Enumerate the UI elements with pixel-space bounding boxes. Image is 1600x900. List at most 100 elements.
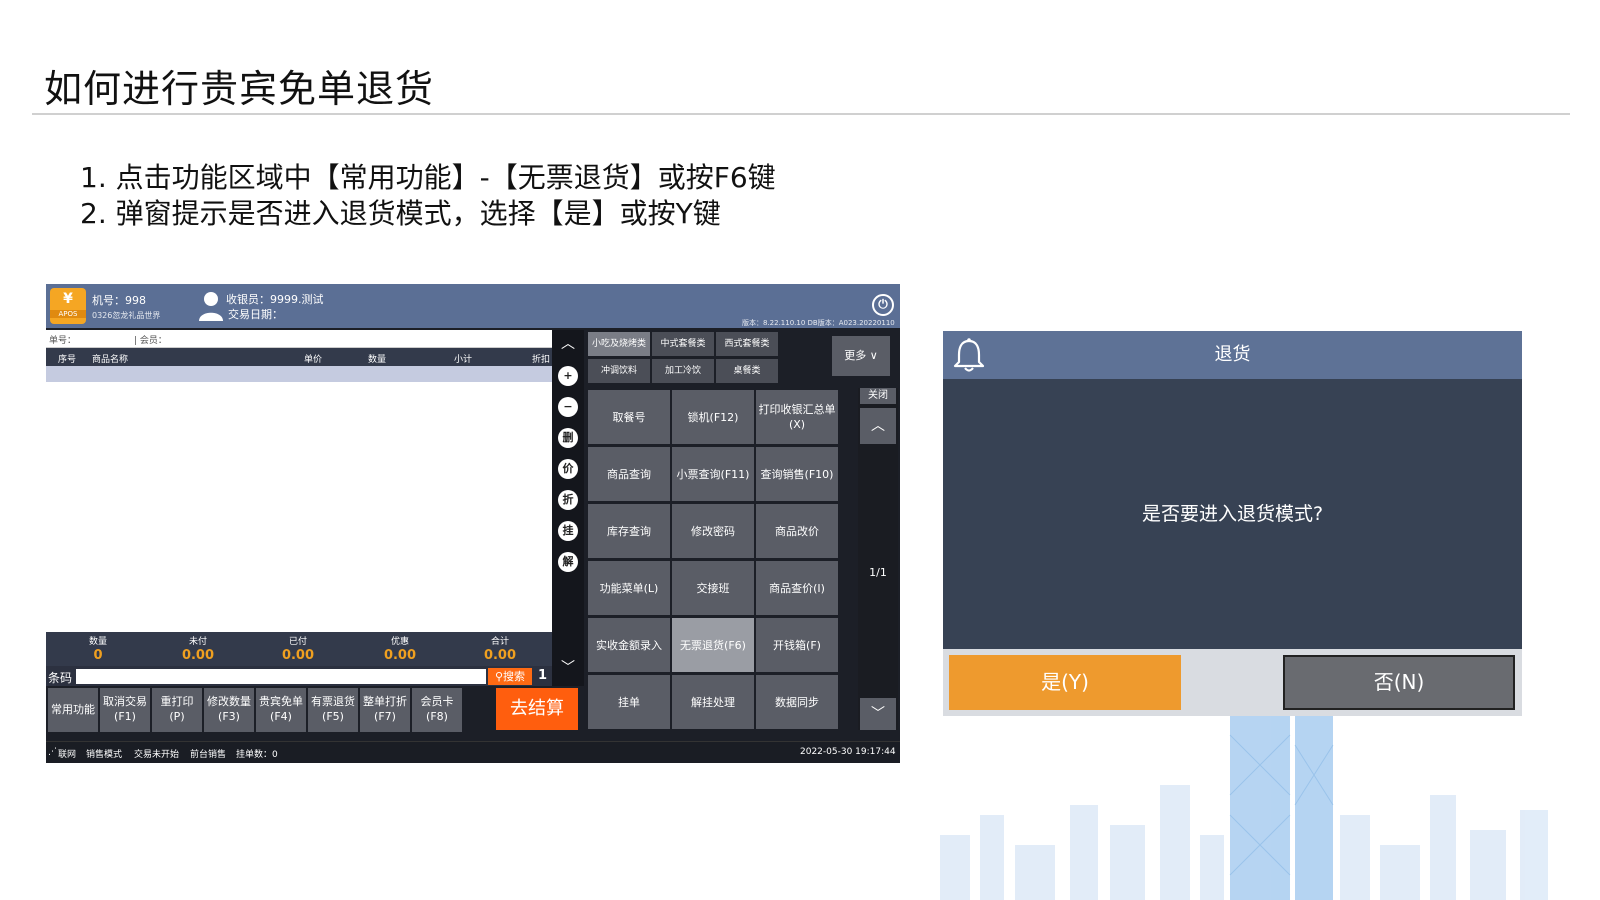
grid-unhold-order[interactable]: 解挂处理 <box>672 675 754 729</box>
yes-button[interactable]: 是(Y) <box>949 655 1181 710</box>
dialog-title: 退货 <box>1214 344 1251 365</box>
cart-selected-row[interactable] <box>46 366 552 382</box>
grid-sales-query[interactable]: 查询销售(F10) <box>756 447 838 501</box>
instruction-steps: 1. 点击功能区域中【常用功能】-【无票退货】或按F6键 2. 弹窗提示是否进入… <box>80 160 776 232</box>
category-tab-drinks[interactable]: 冲调饮料 <box>588 359 650 383</box>
grid-change-password[interactable]: 修改密码 <box>672 504 754 558</box>
grid-print-summary[interactable]: 打印收银汇总单(X) <box>756 390 838 444</box>
grid-stock-query[interactable]: 库存查询 <box>588 504 670 558</box>
cancel-trade-button[interactable]: 取消交易 (F1) <box>100 688 150 732</box>
common-functions-button[interactable]: 常用功能 <box>48 688 98 732</box>
paid-value: 0.00 <box>281 648 315 663</box>
barcode-row: 条码 ⚲搜索 1 <box>46 666 552 686</box>
slide-title: 如何进行贵宾免单退货 <box>44 67 435 111</box>
order-info-row: 单号： | 会员： <box>46 330 552 348</box>
close-button[interactable]: 关闭 <box>860 388 896 404</box>
grid-receipt-query[interactable]: 小票查询(F11) <box>672 447 754 501</box>
col-subtotal: 小计 <box>454 355 473 365</box>
title-divider <box>32 113 1570 115</box>
chevron-down-icon[interactable]: ﹀ <box>860 698 896 730</box>
col-discount: 折扣 <box>532 355 551 365</box>
grid-function-menu[interactable]: 功能菜单(L) <box>588 561 670 615</box>
grid-amount-entry[interactable]: 实收金额录入 <box>588 618 670 672</box>
category-tab-chinese[interactable]: 中式套餐类 <box>652 332 714 356</box>
price-button[interactable]: 价 <box>558 459 578 479</box>
reprint-button[interactable]: 重打印 (P) <box>152 688 202 732</box>
sum-value: 0.00 <box>483 648 517 663</box>
grid-open-drawer[interactable]: 开钱箱(F) <box>756 618 838 672</box>
cashier-name: 收银员：9999.测试 <box>226 293 324 306</box>
order-discount-button[interactable]: 整单打折 (F7) <box>360 688 410 732</box>
pos-top-bar: ¥ APOS 机号：998 0326忽龙礼品世界 收银员：9999.测试 交易日… <box>46 284 900 328</box>
grid-shift-change[interactable]: 交接班 <box>672 561 754 615</box>
delete-button[interactable]: 删 <box>558 428 578 448</box>
paid-label: 已付 <box>288 637 307 647</box>
return-confirm-dialog: 退货 是否要进入退货模式? 是(Y) 否(N) <box>943 331 1522 716</box>
status-front: 前台销售 <box>190 750 227 760</box>
side-tool-column: ︿ + − 删 价 折 挂 解 ﹀ <box>552 330 584 686</box>
total-qty-value: 0 <box>93 648 103 663</box>
member-card-button[interactable]: 会员卡 (F8) <box>412 688 462 732</box>
plus-button[interactable]: + <box>558 366 578 386</box>
pos-screenshot: ¥ APOS 机号：998 0326忽龙礼品世界 收银员：9999.测试 交易日… <box>46 284 900 763</box>
chevron-down-icon[interactable]: ﹀ <box>556 656 580 680</box>
dialog-message: 是否要进入退货模式? <box>1141 503 1324 525</box>
totals-bar: 数量 0 未付 0.00 已付 0.00 优惠 0.00 合计 0.00 <box>46 632 552 668</box>
city-skyline-decoration <box>940 715 1548 900</box>
trade-date: 交易日期： <box>228 308 283 321</box>
search-icon: ⚲ <box>494 670 504 683</box>
qty-value: 1 <box>538 668 548 683</box>
function-grid: 取餐号 锁机(F12) 打印收银汇总单(X) 商品查询 小票查询(F11) 查询… <box>586 388 840 730</box>
grid-no-receipt-return[interactable]: 无票退货(F6) <box>672 618 754 672</box>
grid-pickup-number[interactable]: 取餐号 <box>588 390 670 444</box>
grid-price-check[interactable]: 商品查价(I) <box>756 561 838 615</box>
unpaid-label: 未付 <box>188 637 207 647</box>
step-2: 2. 弹窗提示是否进入退货模式，选择【是】或按Y键 <box>80 197 721 230</box>
grid-data-sync[interactable]: 数据同步 <box>756 675 838 729</box>
grid-pager-column: 关闭 ︿ 1/1 ﹀ <box>858 388 898 730</box>
hold-button[interactable]: 挂 <box>558 521 578 541</box>
discount-label: 优惠 <box>390 637 409 647</box>
store-name: 0326忽龙礼品世界 <box>92 311 161 320</box>
order-no-label: 单号： <box>49 336 77 346</box>
yen-icon: ¥ <box>63 291 73 307</box>
no-button[interactable]: 否(N) <box>1283 655 1515 710</box>
logo-text: APOS <box>50 310 86 318</box>
discount-value: 0.00 <box>383 648 417 663</box>
unhold-button[interactable]: 解 <box>558 552 578 572</box>
vip-free-button[interactable]: 贵宾免单 (F4) <box>256 688 306 732</box>
power-icon[interactable]: ⏻ <box>872 294 894 316</box>
checkout-button[interactable]: 去结算 <box>496 688 578 730</box>
col-price: 单价 <box>304 355 323 365</box>
dialog-header: 退货 <box>943 331 1522 379</box>
search-button[interactable]: ⚲搜索 <box>488 668 532 685</box>
grid-product-query[interactable]: 商品查询 <box>588 447 670 501</box>
col-seq: 序号 <box>58 355 77 365</box>
discount-button[interactable]: 折 <box>558 490 578 510</box>
status-network: 联网 <box>58 750 77 760</box>
total-qty-label: 数量 <box>88 637 107 647</box>
category-tab-western[interactable]: 西式套餐类 <box>716 332 778 356</box>
network-icon: ⋰ <box>48 747 57 757</box>
sum-label: 合计 <box>490 637 509 647</box>
grid-change-price[interactable]: 商品改价 <box>756 504 838 558</box>
status-bar: ⋰ 联网 销售模式 交易未开始 前台销售 挂单数：0 2022-05-30 19… <box>46 741 900 763</box>
machine-number: 机号：998 <box>92 294 146 307</box>
dialog-footer: 是(Y) 否(N) <box>943 649 1522 716</box>
more-categories-button[interactable]: 更多 ∨ <box>832 336 890 376</box>
receipt-return-button[interactable]: 有票退货 (F5) <box>308 688 358 732</box>
category-tab-snacks[interactable]: 小吃及烧烤类 <box>588 332 650 356</box>
chevron-up-icon[interactable]: ︿ <box>556 332 580 356</box>
chevron-up-icon[interactable]: ︿ <box>860 408 896 444</box>
category-tab-table-meals[interactable]: 桌餐类 <box>716 359 778 383</box>
modify-qty-button[interactable]: 修改数量 (F3) <box>204 688 254 732</box>
category-tab-cold-drinks[interactable]: 加工冷饮 <box>652 359 714 383</box>
grid-lock[interactable]: 锁机(F12) <box>672 390 754 444</box>
grid-hold-order[interactable]: 挂单 <box>588 675 670 729</box>
status-held: 挂单数：0 <box>236 750 278 760</box>
version-info: 版本：8.22.110.10 DB版本：A023.20220110 <box>742 319 895 327</box>
cart-column-header: 序号 商品名称 单价 数量 小计 折扣 <box>46 348 552 366</box>
minus-button[interactable]: − <box>558 397 578 417</box>
status-mode: 销售模式 <box>86 750 123 760</box>
barcode-input[interactable] <box>76 669 486 684</box>
